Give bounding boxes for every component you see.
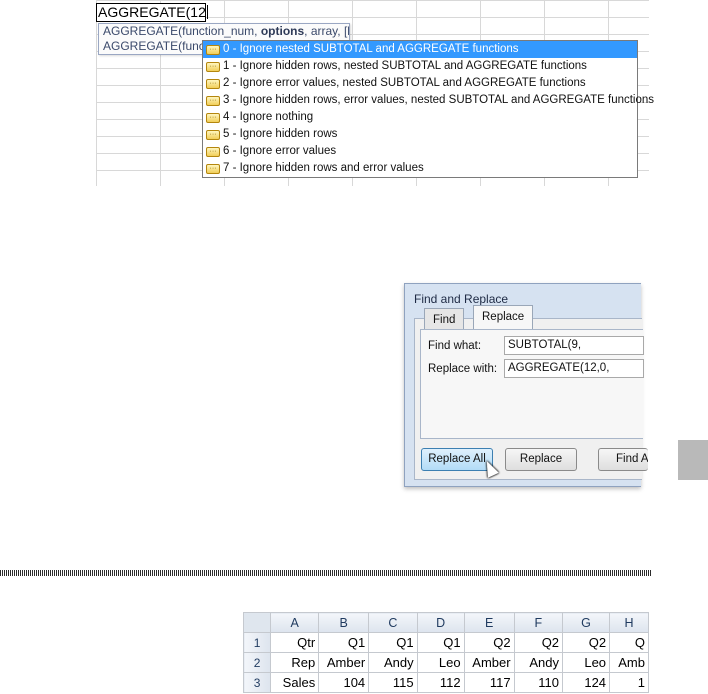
dotted-divider	[0, 570, 652, 576]
table-cell[interactable]: Q1	[416, 632, 465, 653]
table-cell[interactable]: Qtr	[270, 632, 320, 653]
table-row: 2 Rep Amber Andy Leo Amber Andy Leo Amb	[243, 652, 649, 673]
tab-replace[interactable]: Replace	[473, 305, 534, 330]
constant-icon: ···	[206, 112, 220, 123]
column-header[interactable]: E	[463, 612, 515, 633]
tooltip-text: , array, [k])	[304, 24, 349, 38]
column-header[interactable]: F	[513, 612, 564, 633]
replace-label: Replace with:	[428, 362, 498, 375]
constant-icon: ···	[206, 61, 220, 72]
argument-autocomplete-list[interactable]: ··· 0 - Ignore nested SUBTOTAL and AGGREG…	[202, 40, 654, 178]
table-cell[interactable]: Leo	[416, 652, 465, 673]
table-cell[interactable]: 124	[562, 672, 611, 693]
option-label: 0 - Ignore nested SUBTOTAL and AGGREGATE…	[223, 43, 519, 55]
find-row: Find what: SUBTOTAL(9,	[428, 336, 644, 355]
constant-icon: ···	[206, 78, 220, 89]
table-cell[interactable]: Q	[609, 632, 649, 653]
replace-tab-panel: Find what: SUBTOTAL(9, Replace with: AGG…	[420, 329, 644, 439]
column-header[interactable]: C	[368, 612, 418, 633]
table-row: 1 Qtr Q1 Q1 Q1 Q2 Q2 Q2 Q	[243, 632, 649, 653]
autocomplete-option[interactable]: ··· 6 - Ignore error values	[203, 143, 637, 160]
tab-find[interactable]: Find	[424, 308, 465, 330]
scrollbar-thumb[interactable]	[678, 440, 708, 480]
table-cell[interactable]: Q2	[513, 632, 564, 653]
table-cell[interactable]: Amber	[318, 652, 370, 673]
option-label: 4 - Ignore nothing	[223, 111, 314, 123]
constant-icon: ···	[206, 44, 220, 55]
select-all-corner[interactable]	[243, 612, 272, 633]
row-header[interactable]: 3	[243, 672, 272, 693]
table-cell[interactable]: Andy	[513, 652, 564, 673]
table-cell[interactable]: 104	[318, 672, 370, 693]
table-cell[interactable]: Q2	[562, 632, 611, 653]
replace-row: Replace with: AGGREGATE(12,0,	[428, 359, 644, 378]
column-header[interactable]: G	[562, 612, 611, 633]
constant-icon: ···	[206, 129, 220, 140]
dialog-title: Find and Replace	[414, 292, 509, 306]
formula-text: AGGREGATE(12	[98, 4, 206, 20]
tooltip-line: AGGREGATE(function_num, options, array, …	[99, 24, 349, 39]
table-cell[interactable]: 110	[513, 672, 564, 693]
option-label: 7 - Ignore hidden rows and error values	[223, 162, 424, 174]
option-label: 5 - Ignore hidden rows	[223, 128, 338, 140]
active-cell-editor[interactable]: AGGREGATE(12	[96, 3, 208, 22]
table-cell[interactable]: Amber	[463, 652, 515, 673]
option-label: 2 - Ignore error values, nested SUBTOTAL…	[223, 77, 586, 89]
column-header[interactable]: A	[270, 612, 320, 633]
spreadsheet-excerpt: A B C D E F G H 1 Qtr Q1 Q1 Q1 Q2 Q2 Q2 Q 2 Rep Amber Andy Le…	[243, 612, 649, 694]
tooltip-current-arg: options	[260, 24, 305, 38]
constant-icon: ···	[206, 95, 220, 106]
column-header[interactable]: H	[609, 612, 649, 633]
tooltip-text: AGGREGATE(funct	[103, 39, 209, 53]
table-cell[interactable]: Andy	[368, 652, 418, 673]
autocomplete-option[interactable]: ··· 7 - Ignore hidden rows and error valu…	[203, 160, 637, 177]
column-header[interactable]: B	[318, 612, 370, 633]
table-cell[interactable]: Q1	[318, 632, 370, 653]
option-label: 6 - Ignore error values	[223, 145, 337, 157]
table-row: 3 Sales 104 115 112 117 110 124 1	[243, 672, 649, 693]
option-label: 3 - Ignore hidden rows, error values, ne…	[223, 94, 655, 106]
autocomplete-option[interactable]: ··· 3 - Ignore hidden rows, error values,…	[203, 92, 654, 109]
autocomplete-option[interactable]: ··· 5 - Ignore hidden rows	[203, 126, 637, 143]
text-caret	[206, 5, 208, 19]
table-cell[interactable]: Rep	[270, 652, 320, 673]
table-cell[interactable]: 112	[416, 672, 465, 693]
find-all-button[interactable]: Find A	[598, 448, 648, 471]
constant-icon: ···	[206, 163, 220, 174]
row-header[interactable]: 1	[243, 632, 272, 653]
column-header[interactable]: D	[416, 612, 465, 633]
screenshot-canvas: { "top": { "cell_text": "AGGREGATE(12", …	[0, 0, 708, 694]
find-what-input[interactable]: SUBTOTAL(9,	[504, 336, 644, 355]
autocomplete-option[interactable]: ··· 1 - Ignore hidden rows, nested SUBTOT…	[203, 58, 637, 75]
replace-with-input[interactable]: AGGREGATE(12,0,	[504, 359, 644, 378]
table-cell[interactable]: Q2	[463, 632, 515, 653]
table-cell[interactable]: 115	[368, 672, 418, 693]
table-cell[interactable]: 1	[609, 672, 649, 693]
row-header[interactable]: 2	[243, 652, 272, 673]
column-header-row: ABCDEFGH	[243, 612, 649, 633]
autocomplete-option[interactable]: ··· 2 - Ignore error values, nested SUBTO…	[203, 75, 637, 92]
table-cell[interactable]: Sales	[270, 672, 320, 693]
constant-icon: ···	[206, 146, 220, 157]
tooltip-text: AGGREGATE(function_num,	[103, 24, 261, 38]
option-label: 1 - Ignore hidden rows, nested SUBTOTAL …	[223, 60, 587, 72]
dialog-body: Find Replace Find what: SUBTOTAL(9, Repl…	[414, 305, 648, 480]
autocomplete-option[interactable]: ··· 4 - Ignore nothing	[203, 109, 637, 126]
table-cell[interactable]: Leo	[562, 652, 611, 673]
table-cell[interactable]: 117	[463, 672, 515, 693]
find-replace-dialog: Find and Replace Find Replace Find what:…	[404, 283, 648, 487]
find-label: Find what:	[428, 339, 482, 352]
spreadsheet-table: A B C D E F G H 1 Qtr Q1 Q1 Q1 Q2 Q2 Q2 Q 2 Rep Amber Andy Le…	[243, 612, 649, 693]
table-cell[interactable]: Q1	[368, 632, 418, 653]
replace-button[interactable]: Replace	[505, 448, 577, 471]
table-cell[interactable]: Amb	[609, 652, 649, 673]
autocomplete-option[interactable]: ··· 0 - Ignore nested SUBTOTAL and AGGREG…	[203, 41, 637, 58]
